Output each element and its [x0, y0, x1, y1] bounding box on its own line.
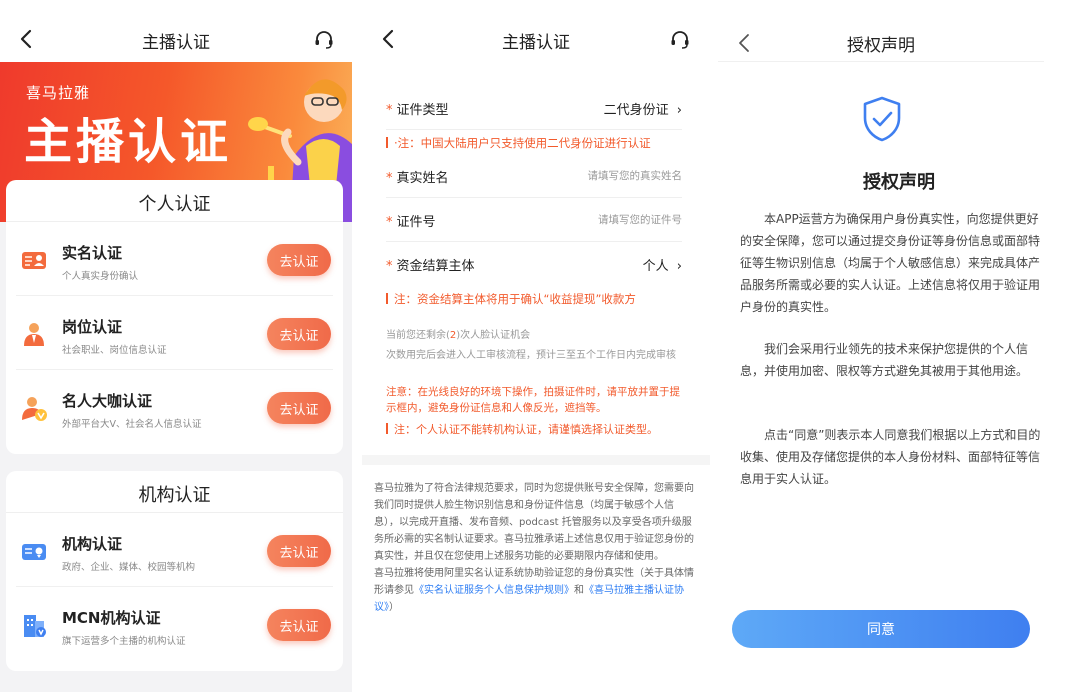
org-cert-card: 机构认证 机构认证 政府、企业、媒体、校园等机构 去认证 MCN机构认证 旗下运…: [6, 471, 343, 671]
nav-bar: 主播认证: [0, 0, 352, 62]
cert-row-job: 岗位认证 社会职业、岗位信息认证 去认证: [16, 296, 333, 370]
settlement-field[interactable]: * 资金结算主体 个人 ›: [386, 242, 682, 286]
doc-type-note: ·注：中国大陆用户只支持使用二代身份证进行认证: [386, 135, 690, 151]
cert-title: 岗位认证: [62, 318, 123, 336]
doc-number-label-text: 证件号: [396, 215, 436, 230]
doc-number-label: * 证件号: [386, 211, 436, 230]
legal-statement: 喜马拉雅为了符合法律规范要求，同时为您提供账号安全保障，您需要向我们同时提供人脸…: [374, 480, 698, 616]
note-bar: [386, 137, 388, 148]
cert-form-screen: 主播认证 * 证件类型 二代身份证 › ·注：中国大陆用户只支持使用二代身份证进行…: [362, 0, 710, 692]
settlement-label-text: 资金结算主体: [396, 259, 475, 274]
customer-service-icon[interactable]: [312, 28, 336, 52]
settlement-value: 个人 ›: [643, 255, 682, 274]
chevron-right-icon: ›: [676, 103, 682, 118]
org-cert-heading: 机构认证: [6, 471, 343, 513]
cert-title: 名人大咖认证: [62, 392, 153, 410]
mcn-cert-button[interactable]: 去认证: [267, 609, 331, 641]
cert-row-org: 机构认证 政府、企业、媒体、校园等机构 去认证: [16, 513, 333, 587]
settlement-value-text: 个人: [642, 259, 669, 274]
real-name-label: * 真实姓名: [386, 167, 449, 186]
celebrity-v-icon: [22, 397, 47, 421]
cert-row-mcn: MCN机构认证 旗下运营多个主播的机构认证 去认证: [16, 587, 333, 661]
legal-p2-suffix: ）: [389, 602, 399, 613]
attention-note: 注意：在光线良好的环境下操作，拍摄证件时，请平放并置于提示框内，避免身份证信息和…: [386, 386, 680, 414]
auth-paragraph-3: 点击“同意”则表示本人同意我们根据以上方式和目的收集、使用及存储您提供的本人身份…: [740, 428, 1041, 486]
nav-bar: 主播认证: [362, 0, 710, 62]
authorization-screen: 授权声明 授权声明 本APP运营方为确保用户身份真实性，向您提供更好的安全保障，…: [718, 0, 1080, 692]
settlement-note: 注：资金结算主体将用于确认“收益提现”收款方: [386, 291, 690, 307]
real-name-cert-button[interactable]: 去认证: [267, 244, 331, 276]
org-cert-button[interactable]: 去认证: [267, 535, 331, 567]
chevron-right-icon: ›: [676, 259, 682, 274]
section-divider: [362, 455, 710, 465]
page-title: 主播认证: [502, 33, 570, 53]
required-star: *: [386, 103, 393, 118]
note-bar: [386, 293, 388, 304]
nav-bar: 授权声明: [718, 0, 1044, 62]
required-star: *: [386, 259, 393, 274]
doc-type-label: * 证件类型: [386, 99, 449, 118]
auth-heading: 授权声明: [863, 172, 935, 193]
shield-check-icon: [863, 96, 901, 142]
doc-type-value-text: 二代身份证: [603, 103, 669, 118]
cert-title: 实名认证: [62, 244, 123, 262]
real-name-input[interactable]: 请填写您的真实姓名: [588, 168, 683, 183]
org-card-icon: [22, 544, 46, 560]
remaining-suffix: )次人脸认证机会: [456, 330, 531, 341]
job-cert-button[interactable]: 去认证: [267, 318, 331, 350]
real-name-label-text: 真实姓名: [396, 171, 449, 186]
legal-paragraph-2: 喜马拉雅将使用阿里实名认证系统协助验证您的身份真实性（关于具体情形请参见《实名认…: [374, 565, 698, 616]
customer-service-icon[interactable]: [668, 28, 692, 52]
cert-desc: 外部平台大V、社会名人信息认证: [62, 419, 202, 430]
page-title: 授权声明: [847, 36, 915, 56]
legal-and: 和: [574, 585, 584, 596]
no-switch-note-text: 注：个人认证不能转机构认证，请谨慎选择认证类型。: [394, 423, 658, 436]
cert-row-celebrity: 名人大咖认证 外部平台大V、社会名人信息认证 去认证: [16, 370, 333, 444]
cert-title: MCN机构认证: [62, 609, 161, 627]
cert-row-real-name: 实名认证 个人真实身份确认 去认证: [16, 222, 333, 296]
remaining-prefix: 当前您还剩余(: [386, 330, 450, 341]
legal-paragraph-1: 喜马拉雅为了符合法律规范要求，同时为您提供账号安全保障，您需要向我们同时提供人脸…: [374, 483, 694, 562]
cert-desc: 个人真实身份确认: [62, 271, 139, 282]
doc-number-input[interactable]: 请填写您的证件号: [598, 212, 682, 227]
doc-number-field[interactable]: * 证件号 请填写您的证件号: [386, 198, 682, 242]
remaining-desc: 次数用完后会进入人工审核流程，预计三至五个工作日内完成审核: [386, 350, 676, 361]
cert-desc: 政府、企业、媒体、校园等机构: [62, 562, 196, 573]
mcn-building-icon: [24, 615, 46, 637]
auth-paragraph-1: 本APP运营方为确保用户身份真实性，向您提供更好的安全保障，您可以通过提交身份证…: [740, 212, 1041, 314]
page-title: 主播认证: [142, 33, 210, 53]
cert-desc: 旗下运营多个主播的机构认证: [62, 636, 186, 647]
privacy-rules-link[interactable]: 《实名认证服务个人信息保护规则》: [414, 585, 574, 596]
auth-paragraph-2: 我们会采用行业领先的技术来保护您提供的个人信息，并使用加密、限权等方式避免其被用…: [740, 342, 1029, 378]
cert-title: 机构认证: [62, 535, 123, 553]
no-switch-note: 注：个人认证不能转机构认证，请谨慎选择认证类型。: [386, 421, 690, 437]
doc-type-value: 二代身份证 ›: [604, 99, 682, 118]
personal-cert-heading: 个人认证: [6, 180, 343, 222]
celebrity-cert-button[interactable]: 去认证: [267, 392, 331, 424]
id-card-icon: [22, 252, 46, 269]
job-person-icon: [24, 323, 44, 346]
required-star: *: [386, 215, 393, 230]
required-star: *: [386, 171, 393, 186]
cert-type-screen: 主播认证 喜马拉雅 主播认证 个人认证 实名认证 个人真实身份确认 去认证 岗位…: [0, 0, 352, 692]
doc-type-label-text: 证件类型: [396, 103, 449, 118]
note-bar: [386, 423, 388, 434]
doc-type-field[interactable]: * 证件类型 二代身份证 ›: [386, 86, 682, 130]
banner-title: 主播认证: [24, 114, 233, 170]
cert-desc: 社会职业、岗位信息认证: [62, 345, 167, 356]
settlement-note-text: 注：资金结算主体将用于确认“收益提现”收款方: [394, 292, 636, 306]
agree-button[interactable]: 同意: [732, 610, 1030, 648]
banner-brand: 喜马拉雅: [26, 84, 91, 102]
settlement-label: * 资金结算主体: [386, 255, 475, 274]
remaining-chances: 当前您还剩余(2)次人脸认证机会: [386, 328, 682, 344]
personal-cert-card: 个人认证 实名认证 个人真实身份确认 去认证 岗位认证 社会职业、岗位信息认证: [6, 180, 343, 454]
doc-type-note-text: ·注：中国大陆用户只支持使用二代身份证进行认证: [394, 136, 651, 150]
real-name-field[interactable]: * 真实姓名 请填写您的真实姓名: [386, 154, 682, 198]
